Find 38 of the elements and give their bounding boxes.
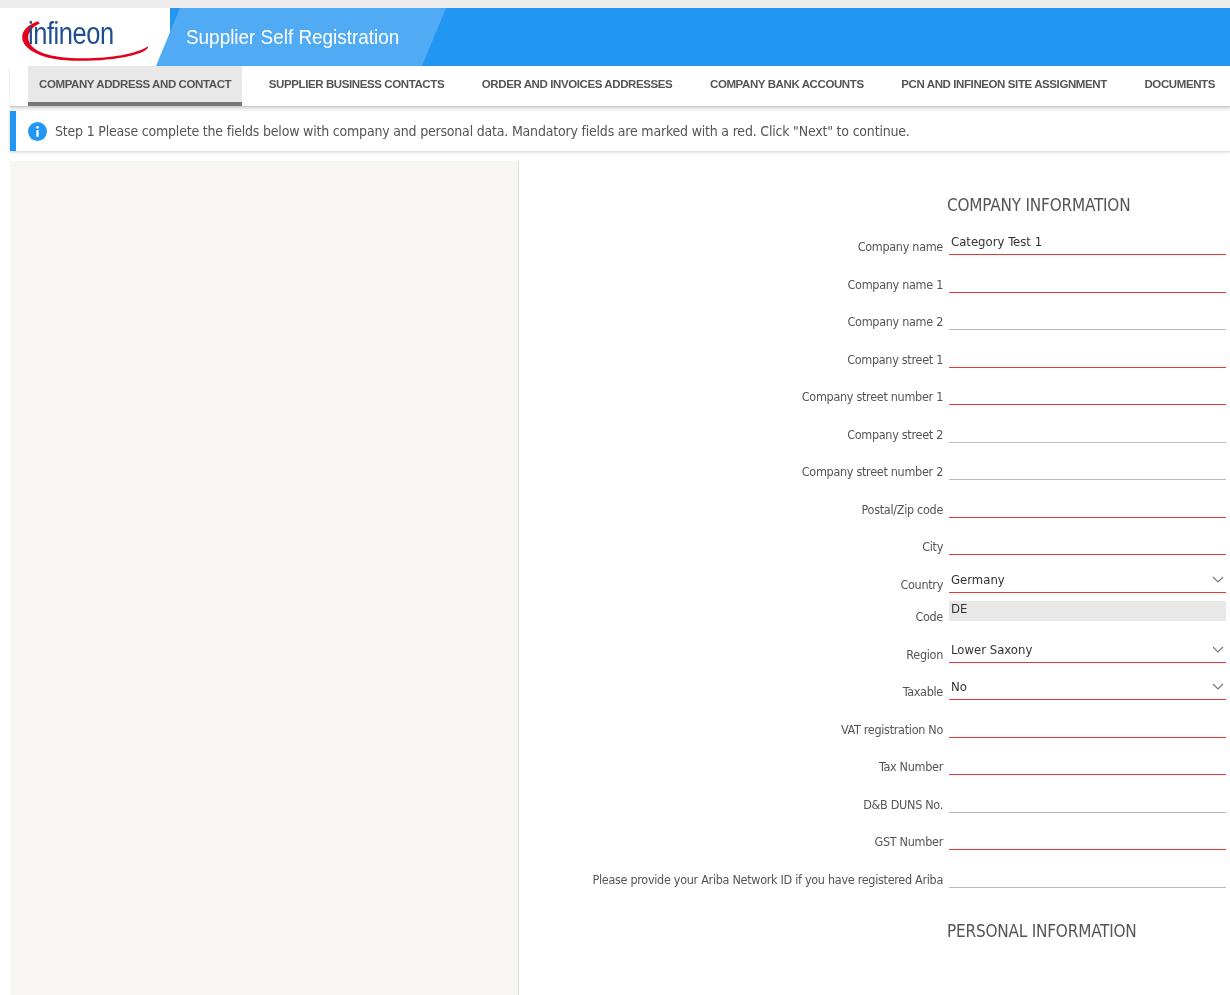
section-heading: PERSONAL INFORMATION (947, 920, 1138, 941)
tab[interactable]: DOCUMENTS (1133, 66, 1226, 106)
section-heading: COMPANY INFORMATION (947, 195, 1132, 215)
field-label: Region (905, 646, 943, 663)
field-label: Company street number 2 (800, 464, 943, 480)
field-label: D&B DUNS No. (862, 796, 943, 813)
tab[interactable]: COMPANY ADDRESS AND CONTACT (28, 66, 243, 106)
field-label: Company street 2 (846, 426, 943, 443)
app-title: Supplier Self Registration (186, 25, 400, 49)
field-label: Taxable (901, 684, 943, 700)
tab[interactable]: COMPANY BANK ACCOUNTS (699, 66, 875, 106)
field-label: Tax Number (877, 759, 943, 775)
info-message: Step 1 Please complete the fields below with company and personal data. Mandatory fields are marked with a red. Click "Next" to continue. (55, 123, 910, 139)
tab[interactable]: PCN AND INFINEON SITE ASSIGNMENT (890, 66, 1118, 106)
tab[interactable]: SUPPLIER BUSINESS CONTACTS (257, 66, 456, 106)
tab[interactable]: ORDER AND INVOICES ADDRESSES (470, 66, 684, 106)
field-label: Postal/Zip code (860, 501, 943, 518)
dropdown[interactable]: Germany (949, 571, 1226, 593)
chevron-down-icon (1212, 575, 1224, 584)
dropdown[interactable]: Lower Saxony (949, 641, 1226, 663)
field-label: VAT registration No (839, 721, 943, 738)
field-label: Company street number 1 (800, 389, 943, 405)
field-label: Code (914, 609, 943, 625)
input-field[interactable]: Category Test 1 (949, 234, 1226, 255)
field-label: GST Number (873, 834, 943, 850)
dropdown[interactable]: No (949, 679, 1226, 700)
chevron-down-icon (1212, 645, 1224, 654)
field-label: City (921, 539, 943, 555)
input-field: DE (949, 601, 1226, 621)
field-label: Country (899, 576, 943, 593)
brand-name: infineon (28, 16, 114, 52)
info-icon (28, 121, 47, 141)
field-label: Please provide your Ariba Network ID if you have registered Ariba (592, 871, 943, 888)
field-label: Company name 1 (846, 276, 943, 293)
chevron-down-icon (1212, 683, 1224, 691)
field-label: Company name (856, 239, 943, 255)
field-label: Company name 2 (846, 314, 943, 330)
field-label: Company street 1 (846, 351, 943, 368)
